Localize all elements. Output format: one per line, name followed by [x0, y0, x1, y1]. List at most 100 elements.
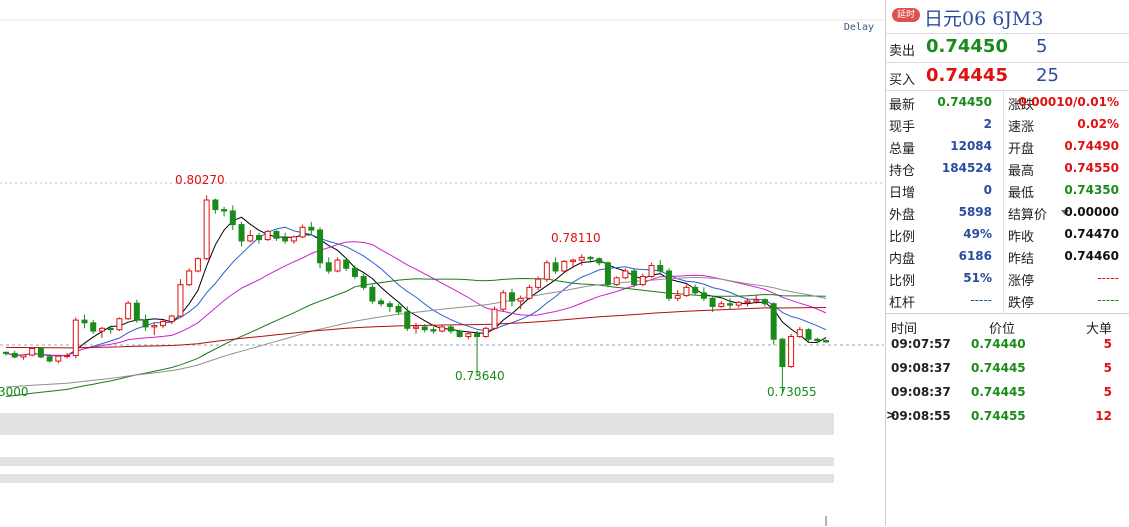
candle[interactable] — [273, 230, 280, 241]
candle[interactable] — [151, 322, 158, 336]
candle[interactable] — [282, 232, 289, 244]
candle[interactable] — [160, 320, 167, 329]
candle[interactable] — [308, 221, 315, 236]
trade-time: 09:08:37 — [891, 385, 951, 399]
candle[interactable] — [543, 260, 550, 282]
candle[interactable] — [378, 298, 385, 307]
candle[interactable] — [761, 298, 768, 307]
candle[interactable] — [439, 325, 446, 333]
candle[interactable] — [788, 333, 795, 368]
trade-row[interactable]: 09:07:57 0.74440 5 — [886, 333, 1129, 357]
candle[interactable] — [168, 314, 175, 325]
candle[interactable] — [648, 262, 655, 278]
quote-panel: 延时 日元06 6JM3 卖出 0.74450 5 买入 0.74445 25 … — [885, 0, 1129, 526]
candle[interactable] — [395, 303, 402, 315]
candle[interactable] — [125, 301, 132, 321]
candle[interactable] — [491, 306, 498, 330]
candle[interactable] — [11, 350, 18, 359]
candle[interactable] — [692, 284, 699, 296]
candle[interactable] — [718, 301, 725, 308]
candle[interactable] — [133, 299, 140, 323]
trade-row[interactable]: 09:08:37 0.74445 5 — [886, 357, 1129, 381]
candle[interactable] — [447, 325, 454, 334]
candle[interactable] — [413, 322, 419, 334]
candle[interactable] — [317, 227, 324, 269]
candle[interactable] — [221, 206, 228, 217]
candle[interactable] — [561, 260, 568, 273]
candle[interactable] — [142, 314, 149, 332]
candle[interactable] — [360, 273, 367, 291]
kline-chart[interactable]: 0.80270 0.78110 0.73640 0.73055 3000 Del… — [0, 0, 884, 526]
candle[interactable] — [3, 351, 9, 356]
candle[interactable] — [404, 306, 411, 332]
candle[interactable] — [343, 258, 350, 271]
candle[interactable] — [212, 198, 219, 214]
candle[interactable] — [604, 261, 611, 288]
candle[interactable] — [247, 230, 254, 243]
candle[interactable] — [823, 339, 829, 343]
candle[interactable] — [500, 290, 507, 312]
candle[interactable] — [639, 273, 646, 286]
candle-body — [552, 262, 559, 272]
candle[interactable] — [177, 279, 184, 318]
buy-row[interactable]: 买入 0.74445 25 — [886, 62, 1129, 91]
candle[interactable] — [81, 314, 88, 329]
candle[interactable] — [386, 301, 393, 312]
trades-list[interactable]: 时间 价位 大单 09:07:57 0.74440 5 09:08:37 0.7… — [886, 313, 1129, 527]
candle[interactable] — [570, 258, 577, 269]
stat-label: 涨停 — [1008, 274, 1035, 289]
candle[interactable] — [72, 317, 79, 359]
candle[interactable] — [613, 276, 620, 286]
trade-row[interactable]: 09:08:37 0.74445 5 — [886, 381, 1129, 405]
candle[interactable] — [482, 326, 489, 338]
candle[interactable] — [631, 268, 638, 288]
candle[interactable] — [290, 235, 297, 244]
candle[interactable] — [55, 355, 62, 364]
trade-volume: 5 — [1103, 337, 1112, 351]
candle[interactable] — [29, 347, 36, 357]
candle[interactable] — [665, 268, 672, 302]
candlestick-chart-svg[interactable]: 0.80270 0.78110 0.73640 0.73055 3000 — [0, 0, 884, 526]
candle[interactable] — [508, 288, 515, 307]
candle[interactable] — [465, 332, 472, 340]
candle[interactable] — [238, 221, 245, 247]
candle[interactable] — [430, 326, 437, 334]
candle[interactable] — [709, 295, 716, 312]
candle[interactable] — [770, 302, 777, 345]
candle[interactable] — [727, 298, 734, 310]
candle[interactable] — [674, 290, 681, 302]
candle[interactable] — [186, 268, 193, 286]
candle[interactable] — [325, 257, 332, 274]
candle[interactable] — [255, 232, 262, 244]
candle[interactable] — [796, 326, 803, 338]
candle[interactable] — [90, 320, 97, 334]
candle[interactable] — [456, 329, 463, 338]
candle[interactable] — [552, 257, 559, 274]
candle[interactable] — [20, 354, 27, 360]
candle-body — [805, 329, 812, 340]
candle[interactable] — [299, 224, 306, 239]
candle-body — [735, 301, 742, 306]
candle[interactable] — [735, 301, 742, 308]
candle[interactable] — [526, 284, 533, 300]
candle[interactable] — [203, 195, 210, 261]
candle[interactable] — [64, 352, 71, 359]
sell-row[interactable]: 卖出 0.74450 5 — [886, 33, 1129, 62]
candle[interactable] — [805, 328, 812, 342]
candle[interactable] — [596, 257, 603, 266]
symbol-title[interactable]: 日元06 6JM3 — [924, 4, 1043, 31]
candle[interactable] — [622, 268, 629, 280]
candle[interactable] — [351, 265, 358, 280]
candle[interactable] — [229, 205, 236, 231]
candle-body — [369, 286, 376, 302]
candle[interactable] — [116, 317, 123, 332]
candle[interactable] — [683, 284, 690, 297]
candle[interactable] — [37, 347, 44, 359]
candle[interactable] — [334, 257, 341, 273]
candle[interactable] — [700, 287, 707, 302]
candle[interactable] — [194, 257, 201, 273]
trade-row[interactable]: > 09:08:55 0.74455 12 — [886, 405, 1129, 429]
candle[interactable] — [264, 230, 271, 241]
indicator-bar-3 — [0, 474, 834, 483]
candle[interactable] — [369, 284, 376, 304]
